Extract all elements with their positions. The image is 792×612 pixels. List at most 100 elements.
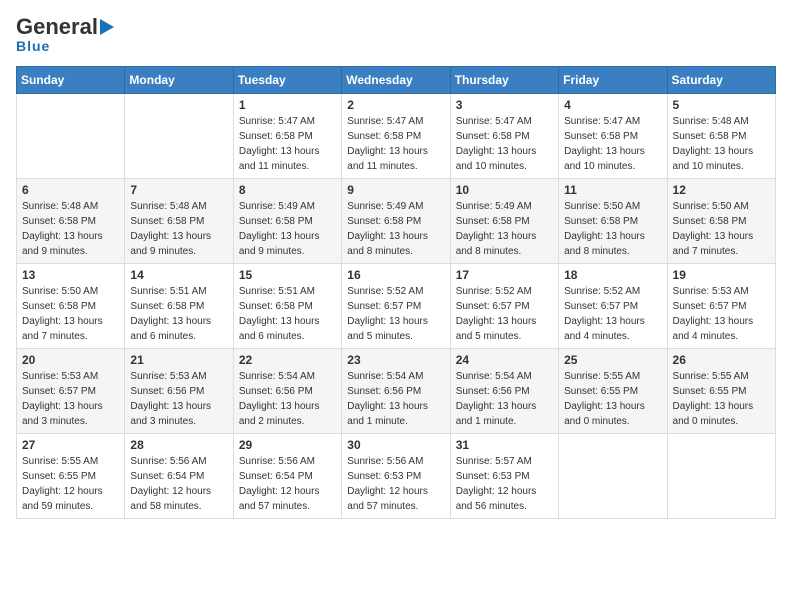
column-header-tuesday: Tuesday [233,67,341,94]
day-info: Sunrise: 5:54 AM Sunset: 6:56 PM Dayligh… [239,369,336,429]
calendar-cell: 11Sunrise: 5:50 AM Sunset: 6:58 PM Dayli… [559,179,667,264]
day-info: Sunrise: 5:50 AM Sunset: 6:58 PM Dayligh… [22,284,119,344]
calendar-cell: 21Sunrise: 5:53 AM Sunset: 6:56 PM Dayli… [125,349,233,434]
calendar-cell: 19 Sunrise: 5:53 AM Sunset: 6:57 PM Dayli… [667,264,775,349]
day-number: 31 [456,438,553,452]
day-number: 30 [347,438,444,452]
logo-blue: Blue [16,38,50,54]
day-info: Sunrise: 5:50 AM Sunset: 6:58 PM Dayligh… [564,199,661,259]
calendar-cell: 17 Sunrise: 5:52 AM Sunset: 6:57 PM Dayli… [450,264,558,349]
day-number: 18 [564,268,661,282]
day-number: 25 [564,353,661,367]
column-header-sunday: Sunday [17,67,125,94]
calendar-cell: 3Sunrise: 5:47 AM Sunset: 6:58 PM Daylig… [450,94,558,179]
day-number: 2 [347,98,444,112]
calendar-cell: 20 Sunrise: 5:53 AM Sunset: 6:57 PM Dayli… [17,349,125,434]
day-number: 19 [673,268,770,282]
logo-general: General [16,16,98,38]
calendar-cell: 26 Sunrise: 5:55 AM Sunset: 6:55 PM Dayli… [667,349,775,434]
calendar-cell: 18 Sunrise: 5:52 AM Sunset: 6:57 PM Dayli… [559,264,667,349]
column-header-friday: Friday [559,67,667,94]
day-number: 13 [22,268,119,282]
day-number: 1 [239,98,336,112]
calendar-week-row: 20 Sunrise: 5:53 AM Sunset: 6:57 PM Dayli… [17,349,776,434]
calendar-cell: 22 Sunrise: 5:54 AM Sunset: 6:56 PM Dayli… [233,349,341,434]
column-header-thursday: Thursday [450,67,558,94]
calendar-cell: 10 Sunrise: 5:49 AM Sunset: 6:58 PM Dayli… [450,179,558,264]
calendar-cell: 15Sunrise: 5:51 AM Sunset: 6:58 PM Dayli… [233,264,341,349]
calendar-week-row: 6 Sunrise: 5:48 AM Sunset: 6:58 PM Daylig… [17,179,776,264]
day-number: 14 [130,268,227,282]
logo: General Blue [16,16,114,54]
day-number: 4 [564,98,661,112]
calendar-cell: 27Sunrise: 5:55 AM Sunset: 6:55 PM Dayli… [17,434,125,519]
day-info: Sunrise: 5:54 AM Sunset: 6:56 PM Dayligh… [456,369,553,429]
day-info: Sunrise: 5:56 AM Sunset: 6:53 PM Dayligh… [347,454,444,514]
calendar-cell: 4 Sunrise: 5:47 AM Sunset: 6:58 PM Daylig… [559,94,667,179]
day-info: Sunrise: 5:48 AM Sunset: 6:58 PM Dayligh… [673,114,770,174]
calendar-cell: 29 Sunrise: 5:56 AM Sunset: 6:54 PM Dayli… [233,434,341,519]
day-info: Sunrise: 5:56 AM Sunset: 6:54 PM Dayligh… [239,454,336,514]
calendar-header-row: SundayMondayTuesdayWednesdayThursdayFrid… [17,67,776,94]
day-info: Sunrise: 5:52 AM Sunset: 6:57 PM Dayligh… [347,284,444,344]
calendar-week-row: 27Sunrise: 5:55 AM Sunset: 6:55 PM Dayli… [17,434,776,519]
day-info: Sunrise: 5:47 AM Sunset: 6:58 PM Dayligh… [347,114,444,174]
calendar-week-row: 1 Sunrise: 5:47 AM Sunset: 6:58 PM Daylig… [17,94,776,179]
day-info: Sunrise: 5:47 AM Sunset: 6:58 PM Dayligh… [564,114,661,174]
day-info: Sunrise: 5:57 AM Sunset: 6:53 PM Dayligh… [456,454,553,514]
calendar-cell: 16 Sunrise: 5:52 AM Sunset: 6:57 PM Dayli… [342,264,450,349]
day-number: 20 [22,353,119,367]
calendar-cell: 5 Sunrise: 5:48 AM Sunset: 6:58 PM Daylig… [667,94,775,179]
calendar-cell: 30 Sunrise: 5:56 AM Sunset: 6:53 PM Dayli… [342,434,450,519]
day-number: 6 [22,183,119,197]
day-info: Sunrise: 5:51 AM Sunset: 6:58 PM Dayligh… [130,284,227,344]
day-info: Sunrise: 5:49 AM Sunset: 6:58 PM Dayligh… [456,199,553,259]
calendar-cell: 12 Sunrise: 5:50 AM Sunset: 6:58 PM Dayli… [667,179,775,264]
day-info: Sunrise: 5:53 AM Sunset: 6:56 PM Dayligh… [130,369,227,429]
day-info: Sunrise: 5:48 AM Sunset: 6:58 PM Dayligh… [22,199,119,259]
day-info: Sunrise: 5:56 AM Sunset: 6:54 PM Dayligh… [130,454,227,514]
day-number: 29 [239,438,336,452]
calendar-cell: 2 Sunrise: 5:47 AM Sunset: 6:58 PM Daylig… [342,94,450,179]
calendar-cell [559,434,667,519]
day-info: Sunrise: 5:51 AM Sunset: 6:58 PM Dayligh… [239,284,336,344]
day-info: Sunrise: 5:49 AM Sunset: 6:58 PM Dayligh… [239,199,336,259]
day-number: 9 [347,183,444,197]
calendar-week-row: 13 Sunrise: 5:50 AM Sunset: 6:58 PM Dayli… [17,264,776,349]
day-info: Sunrise: 5:49 AM Sunset: 6:58 PM Dayligh… [347,199,444,259]
day-info: Sunrise: 5:55 AM Sunset: 6:55 PM Dayligh… [673,369,770,429]
calendar-cell [125,94,233,179]
day-number: 3 [456,98,553,112]
column-header-saturday: Saturday [667,67,775,94]
column-header-wednesday: Wednesday [342,67,450,94]
day-number: 17 [456,268,553,282]
day-info: Sunrise: 5:53 AM Sunset: 6:57 PM Dayligh… [22,369,119,429]
calendar-table: SundayMondayTuesdayWednesdayThursdayFrid… [16,66,776,519]
day-info: Sunrise: 5:47 AM Sunset: 6:58 PM Dayligh… [239,114,336,174]
day-info: Sunrise: 5:52 AM Sunset: 6:57 PM Dayligh… [456,284,553,344]
day-info: Sunrise: 5:53 AM Sunset: 6:57 PM Dayligh… [673,284,770,344]
calendar-cell: 24Sunrise: 5:54 AM Sunset: 6:56 PM Dayli… [450,349,558,434]
logo-arrow-icon [100,19,114,35]
calendar-cell: 9 Sunrise: 5:49 AM Sunset: 6:58 PM Daylig… [342,179,450,264]
day-info: Sunrise: 5:52 AM Sunset: 6:57 PM Dayligh… [564,284,661,344]
day-info: Sunrise: 5:50 AM Sunset: 6:58 PM Dayligh… [673,199,770,259]
day-number: 5 [673,98,770,112]
day-number: 7 [130,183,227,197]
day-number: 22 [239,353,336,367]
calendar-cell: 31 Sunrise: 5:57 AM Sunset: 6:53 PM Dayli… [450,434,558,519]
day-info: Sunrise: 5:48 AM Sunset: 6:58 PM Dayligh… [130,199,227,259]
day-number: 12 [673,183,770,197]
day-number: 28 [130,438,227,452]
calendar-cell: 23Sunrise: 5:54 AM Sunset: 6:56 PM Dayli… [342,349,450,434]
calendar-cell: 6 Sunrise: 5:48 AM Sunset: 6:58 PM Daylig… [17,179,125,264]
day-info: Sunrise: 5:55 AM Sunset: 6:55 PM Dayligh… [22,454,119,514]
calendar-cell: 7 Sunrise: 5:48 AM Sunset: 6:58 PM Daylig… [125,179,233,264]
calendar-cell: 28 Sunrise: 5:56 AM Sunset: 6:54 PM Dayli… [125,434,233,519]
day-number: 23 [347,353,444,367]
calendar-cell: 13 Sunrise: 5:50 AM Sunset: 6:58 PM Dayli… [17,264,125,349]
calendar-cell: 25Sunrise: 5:55 AM Sunset: 6:55 PM Dayli… [559,349,667,434]
day-number: 26 [673,353,770,367]
day-number: 16 [347,268,444,282]
day-number: 10 [456,183,553,197]
